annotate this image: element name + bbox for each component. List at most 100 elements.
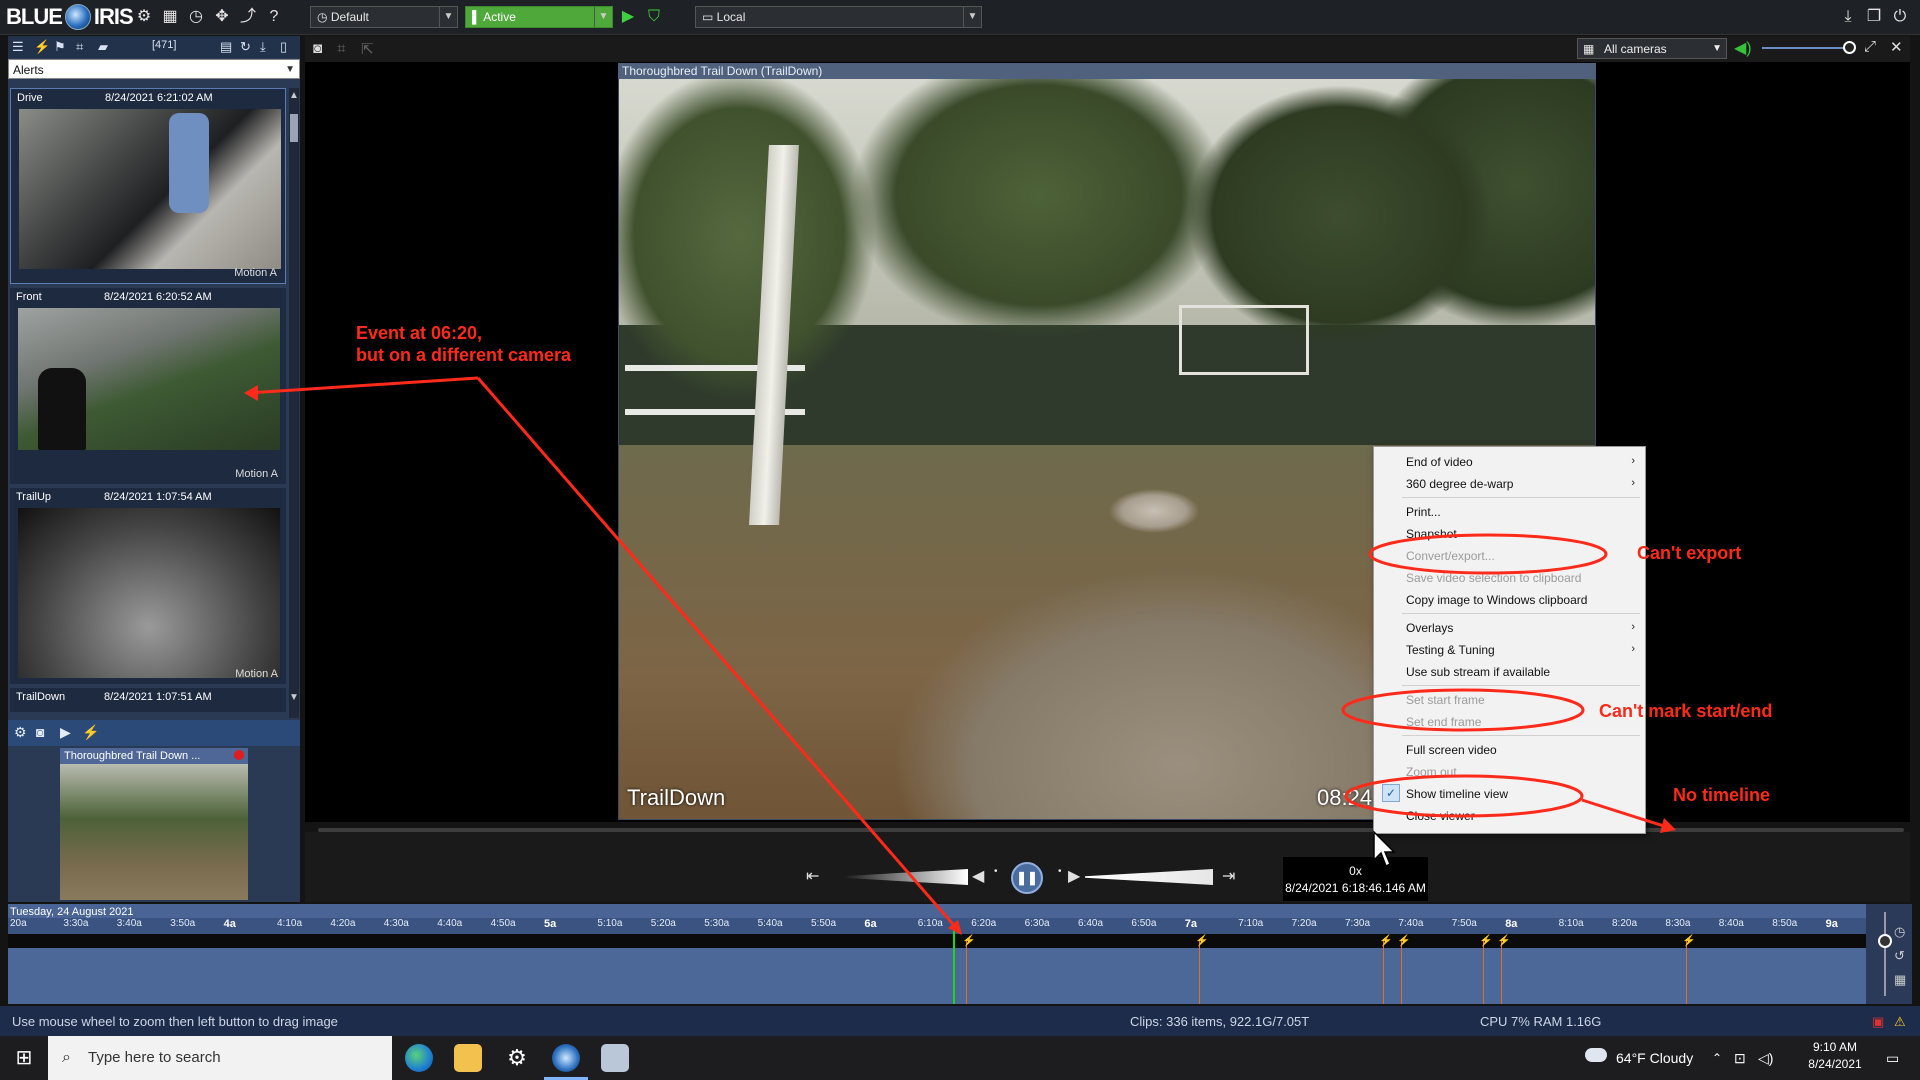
clip-filter-select[interactable]: Alerts ▼ bbox=[8, 59, 300, 79]
menu-item[interactable]: Testing & Tuning bbox=[1406, 643, 1495, 657]
camera-group-select[interactable]: ▦ All cameras ▼ bbox=[1577, 38, 1727, 59]
timeline-zoom-track[interactable] bbox=[1884, 912, 1886, 996]
settings-gear-icon[interactable]: ⚙ bbox=[134, 7, 154, 27]
profile-select[interactable]: ◷ Default ▼ bbox=[310, 6, 458, 28]
context-menu: End of video › 360 degree de-warp › Print...… bbox=[1373, 446, 1646, 834]
timeline-tick-label: 4:30a bbox=[383, 918, 409, 929]
book-icon[interactable]: ▯ bbox=[280, 39, 287, 55]
timeline-event-marker[interactable] bbox=[1686, 940, 1687, 1004]
taskbar-clock[interactable]: 9:10 AM 8/24/2021 bbox=[1800, 1040, 1870, 1071]
camera-icon[interactable]: ◙ bbox=[36, 724, 44, 740]
chevron-up-icon[interactable]: ⌃ bbox=[1712, 1036, 1722, 1080]
timeline-event-marker[interactable] bbox=[966, 940, 967, 1004]
blue-iris-taskbar-icon[interactable] bbox=[552, 1044, 580, 1072]
timeline-track[interactable] bbox=[8, 948, 1866, 1004]
export-icon[interactable]: ⤓ bbox=[260, 39, 266, 55]
clip-camera: Drive bbox=[17, 92, 43, 104]
speaker-icon[interactable]: ◀) bbox=[1734, 38, 1752, 58]
menu-item[interactable]: Show timeline view bbox=[1406, 787, 1508, 801]
timeline-event-marker[interactable] bbox=[1383, 940, 1384, 1004]
volume-slider[interactable] bbox=[1762, 47, 1852, 49]
timeline-event-marker[interactable] bbox=[1501, 940, 1502, 1004]
crop-icon[interactable]: ⌗ bbox=[337, 40, 345, 57]
power-icon[interactable]: ⏻ bbox=[1890, 7, 1910, 27]
windows-start-icon[interactable]: ⊞ bbox=[0, 1036, 48, 1080]
folder-icon[interactable]: ▰ bbox=[98, 39, 108, 55]
volume-icon[interactable]: ◁) bbox=[1758, 1036, 1773, 1080]
schedule-select[interactable]: ▌ Active ▼ bbox=[465, 6, 613, 28]
volume-slider-thumb[interactable] bbox=[1843, 41, 1856, 54]
network-icon[interactable]: ⊡ bbox=[1734, 1036, 1746, 1080]
restore-window-icon[interactable]: ❐ bbox=[1864, 7, 1884, 27]
clip-item[interactable]: TrailDown 8/24/2021 1:07:51 AM bbox=[10, 688, 286, 712]
pause-button[interactable]: ❚❚ bbox=[1011, 862, 1043, 894]
menu-item[interactable]: Overlays bbox=[1406, 621, 1453, 635]
timeline-event-marker[interactable] bbox=[1401, 940, 1402, 1004]
chevron-up-icon[interactable]: ▲ bbox=[289, 90, 299, 101]
timeline-event-marker[interactable] bbox=[1199, 940, 1200, 1004]
bolt-icon[interactable]: ⚡ bbox=[82, 724, 99, 741]
crop-icon[interactable]: ⌗ bbox=[76, 39, 83, 55]
help-icon[interactable]: ? bbox=[264, 7, 284, 27]
grid-view-icon[interactable]: ▤ bbox=[220, 39, 232, 55]
clips-scrollbar[interactable]: ▲ ▼ bbox=[289, 88, 299, 718]
clip-storage-icon[interactable]: ▦ bbox=[160, 7, 180, 27]
ptz-move-icon[interactable]: ✥ bbox=[212, 7, 232, 27]
chevron-down-icon: ▼ bbox=[285, 64, 295, 75]
play-icon[interactable]: ▶ bbox=[618, 7, 638, 27]
schedule-clock-icon[interactable]: ◷ bbox=[186, 7, 206, 27]
rewind-icon[interactable]: ↺ bbox=[1894, 948, 1905, 964]
menu-item[interactable]: Copy image to Windows clipboard bbox=[1406, 593, 1587, 607]
timeline-playhead[interactable] bbox=[953, 928, 955, 1004]
snipping-tool-icon[interactable] bbox=[601, 1044, 629, 1072]
taskbar-search[interactable]: ⌕ Type here to search bbox=[48, 1036, 392, 1080]
menu-item[interactable]: Full screen video bbox=[1406, 743, 1497, 757]
gear-icon[interactable]: ⚙ bbox=[14, 724, 27, 741]
clip-item[interactable]: TrailUp 8/24/2021 1:07:54 AM Motion A bbox=[10, 488, 286, 684]
calendar-icon[interactable]: ▦ bbox=[1894, 972, 1906, 988]
refresh-icon[interactable]: ↻ bbox=[240, 39, 251, 55]
flag-icon[interactable]: ⚑ bbox=[54, 39, 66, 55]
step-forward-icon[interactable]: ▶ bbox=[1068, 866, 1080, 886]
timeline-event-marker[interactable] bbox=[1483, 940, 1484, 1004]
jump-to-end-icon[interactable]: ⇥ bbox=[1222, 866, 1235, 886]
frame-back-dot-icon[interactable]: • bbox=[994, 866, 998, 877]
clock-icon[interactable]: ◷ bbox=[1894, 924, 1905, 940]
chevron-down-icon[interactable]: ▼ bbox=[289, 692, 299, 703]
notification-icon[interactable]: ▭ bbox=[1886, 1036, 1899, 1080]
file-explorer-icon[interactable] bbox=[454, 1044, 482, 1072]
close-icon[interactable]: ✕ bbox=[1890, 38, 1903, 56]
popout-icon[interactable]: ⇱ bbox=[361, 40, 374, 58]
menu-item[interactable]: Use sub stream if available bbox=[1406, 665, 1550, 679]
video-icon[interactable]: ▶ bbox=[60, 724, 71, 741]
timeline-zoom-thumb[interactable] bbox=[1878, 934, 1892, 948]
step-back-icon[interactable]: ◀ bbox=[972, 866, 984, 886]
bolt-icon[interactable]: ⚡ bbox=[34, 39, 50, 55]
stats-chart-icon[interactable]: ⤴ bbox=[238, 7, 258, 27]
alert-flag-icon[interactable]: ▣ bbox=[1872, 1014, 1884, 1030]
server-select[interactable]: ▭ Local ▼ bbox=[695, 6, 982, 28]
menu-item[interactable]: Snapshot bbox=[1406, 527, 1457, 541]
weather-text[interactable]: 64°F Cloudy bbox=[1616, 1036, 1693, 1080]
seek-bar[interactable] bbox=[318, 828, 1904, 832]
expand-icon[interactable]: ⤢ bbox=[1864, 38, 1876, 55]
camera-icon[interactable]: ◙ bbox=[313, 40, 322, 57]
edge-browser-icon[interactable] bbox=[405, 1044, 433, 1072]
shield-icon[interactable]: ⛉ bbox=[644, 7, 664, 27]
menu-item[interactable]: Print... bbox=[1406, 505, 1441, 519]
mini-camera-preview[interactable] bbox=[60, 764, 248, 900]
clock-date: 8/24/2021 bbox=[1808, 1057, 1862, 1071]
download-icon[interactable]: ⤓ bbox=[1838, 7, 1858, 27]
scrollbar-thumb[interactable] bbox=[290, 114, 298, 142]
frame-forward-dot-icon[interactable]: • bbox=[1058, 866, 1062, 877]
list-icon[interactable]: ☰ bbox=[12, 39, 24, 55]
jump-to-start-icon[interactable]: ⇤ bbox=[806, 866, 819, 886]
clip-trigger: Motion A bbox=[235, 668, 278, 680]
menu-item[interactable]: End of video bbox=[1406, 455, 1473, 469]
clip-item[interactable]: Drive 8/24/2021 6:21:02 AM Motion A bbox=[10, 88, 286, 284]
warning-icon[interactable]: ⚠ bbox=[1894, 1014, 1906, 1030]
menu-item[interactable]: 360 degree de-warp bbox=[1406, 477, 1513, 491]
clip-item[interactable]: Front 8/24/2021 6:20:52 AM Motion A bbox=[10, 288, 286, 484]
settings-gear-icon[interactable]: ⚙ bbox=[503, 1044, 531, 1072]
menu-item[interactable]: Close viewer bbox=[1406, 809, 1475, 823]
